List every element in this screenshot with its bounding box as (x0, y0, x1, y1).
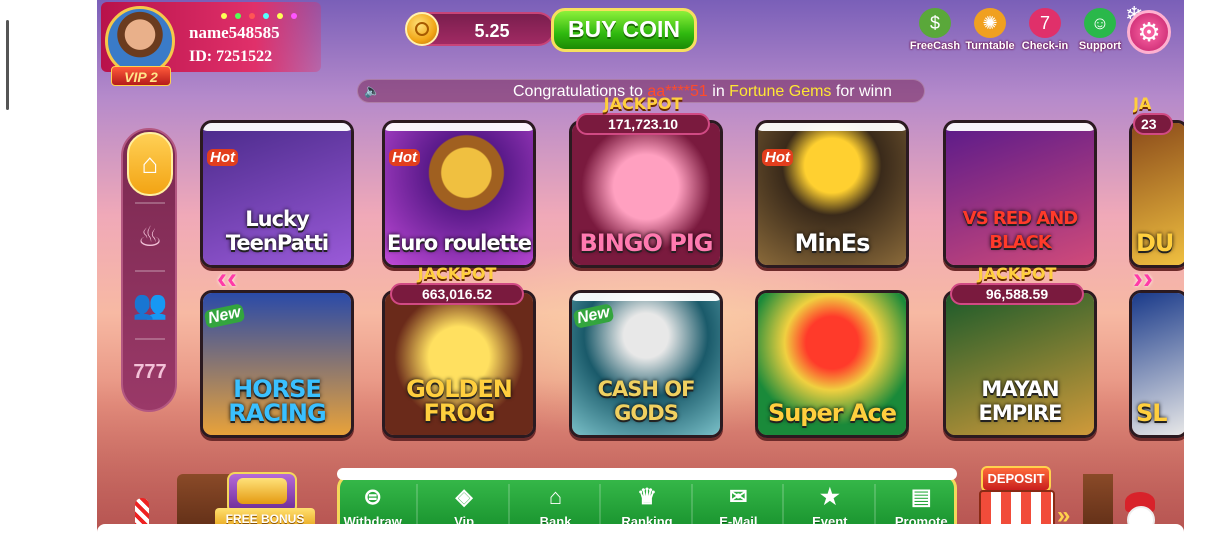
game-tile-mines[interactable]: Hot MinEs (755, 120, 909, 268)
game-tile-super-ace[interactable]: Super Ace (755, 290, 909, 438)
category-sidebar: ⌂ ♨ 👥 777 (121, 128, 177, 412)
string-lights-decoration (221, 6, 341, 20)
promote-icon: ▤ (910, 484, 932, 509)
calendar-icon: 7 (1029, 8, 1061, 38)
jackpot-mayan-empire: JACKPOT 96,588.59 (947, 264, 1087, 305)
game-tile-lucky-teenpatti[interactable]: Hot Lucky TeenPatti (200, 120, 354, 268)
game-tile-horse-racing[interactable]: New HORSE RACING (200, 290, 354, 438)
balance-value: 5.25 (474, 21, 510, 41)
jackpot-bingo-pig: JACKPOT 171,723.10 (573, 94, 713, 135)
game-lobby: VIP 2 name548585 ID: 7251522 5.25 BUY CO… (97, 0, 1184, 540)
home-icon[interactable]: ⌂ (127, 132, 173, 196)
settings-gear-icon[interactable]: ⚙ (1127, 10, 1171, 54)
player-name: name548585 (189, 23, 280, 42)
bank-icon: ⌂ (548, 484, 563, 509)
game-tile-cash-of-gods[interactable]: New CASH OF GODS (569, 290, 723, 438)
snow-ground-decoration (97, 524, 1184, 540)
game-tile-partial-right-2[interactable]: SL (1129, 290, 1184, 438)
jackpot-golden-frog: JACKPOT 663,016.52 (387, 264, 527, 305)
marquee-game: Fortune Gems (729, 83, 832, 100)
wheel-icon: ✺ (974, 8, 1006, 38)
slot-777-icon[interactable]: 777 (127, 340, 173, 404)
trophy-icon: ♛ (637, 484, 657, 509)
game-tile-mayan-empire[interactable]: MAYAN EMPIRE (943, 290, 1097, 438)
player-id: ID: 7251522 (189, 48, 273, 65)
coins-icon (237, 478, 287, 504)
fire-icon[interactable]: ♨ (127, 204, 173, 268)
cash-bag-icon: $ (919, 8, 951, 38)
profile-card[interactable]: VIP 2 name548585 ID: 7251522 (101, 2, 321, 86)
withdraw-icon: ⊜ (363, 484, 382, 509)
device-edge (6, 20, 9, 110)
support-button[interactable]: ☺ Support (1074, 8, 1126, 54)
game-tile-euro-roulette[interactable]: Hot Euro roulette (382, 120, 536, 268)
game-tile-red-and-black[interactable]: VS RED AND BLACK (943, 120, 1097, 268)
vip-badge: VIP 2 (111, 66, 171, 86)
turntable-button[interactable]: ✺ Turntable (964, 8, 1016, 54)
headset-icon: ☺ (1084, 8, 1116, 38)
mail-icon: ✉ (729, 484, 748, 509)
gift-icon: ★ (819, 484, 840, 509)
coin-icon (405, 12, 439, 46)
game-tile-bingo-pig[interactable]: BINGO PIG (569, 120, 723, 268)
game-tile-partial-right-1[interactable]: DU (1129, 120, 1184, 268)
speaker-icon: 🔈 (364, 83, 381, 98)
diamond-icon: ◈ (455, 484, 473, 509)
device-bezel-right (1184, 0, 1230, 540)
balance-display: 5.25 (405, 12, 555, 46)
top-actions: $ FreeCash ✺ Turntable 7 Check-in ☺ Supp… (909, 8, 1126, 54)
game-tile-golden-frog[interactable]: GOLDEN FROG (382, 290, 536, 438)
people-icon[interactable]: 👥 (127, 272, 173, 336)
check-in-button[interactable]: 7 Check-in (1019, 8, 1071, 54)
buy-coin-button[interactable]: BUY COIN (551, 8, 697, 52)
jackpot-partial-right: JA 23 (1133, 94, 1173, 135)
device-bezel-left (0, 0, 97, 540)
freecash-button[interactable]: $ FreeCash (909, 8, 961, 54)
